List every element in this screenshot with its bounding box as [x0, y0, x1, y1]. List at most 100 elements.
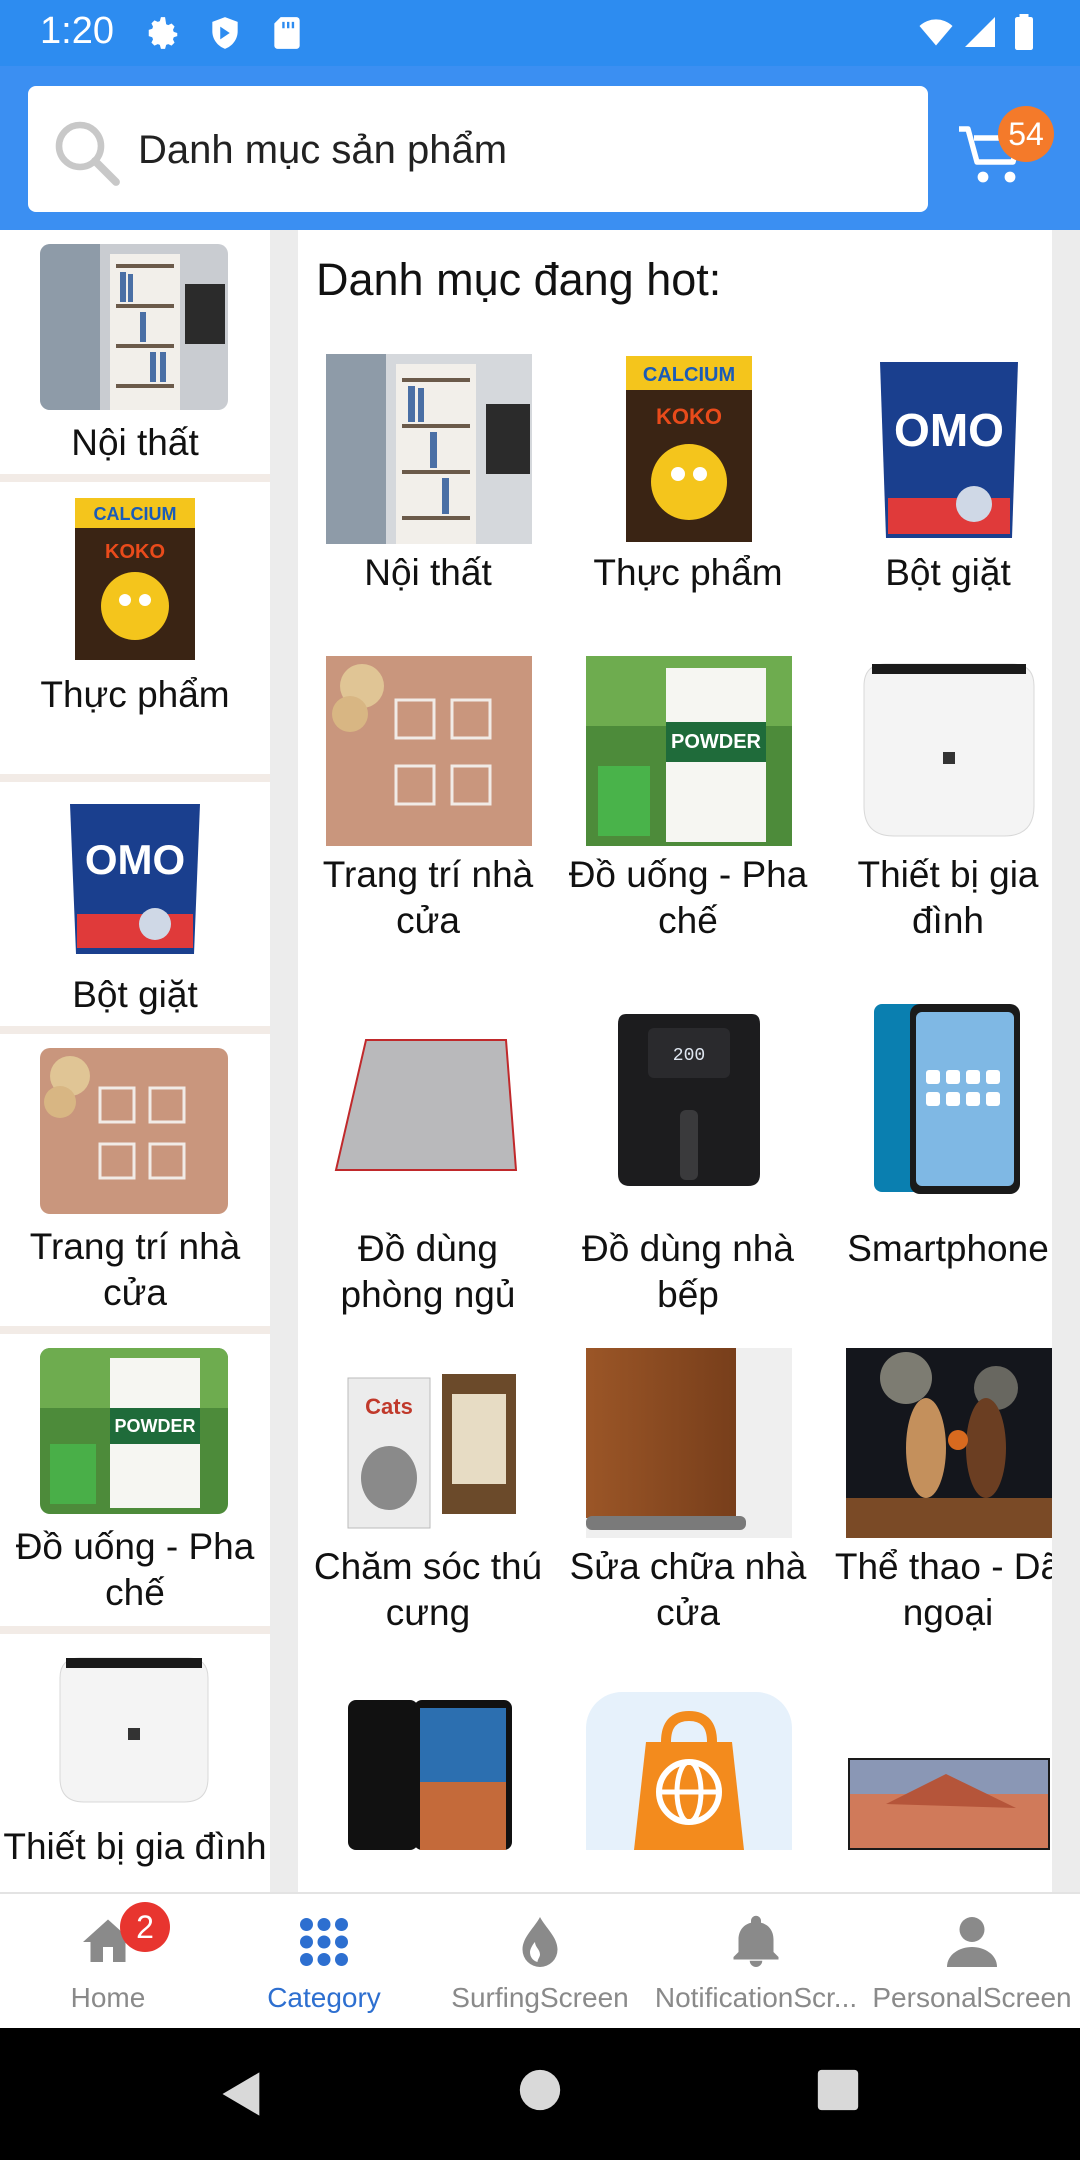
- category-label: Bột giặt: [885, 552, 1011, 593]
- nav-home[interactable]: 2 Home: [0, 1894, 216, 2030]
- category-card[interactable]: OMO Bột giặt: [828, 354, 1052, 654]
- system-navigation-bar: [0, 2028, 1080, 2160]
- detergent-image: OMO: [846, 354, 1052, 544]
- grid-icon: [300, 1918, 348, 1966]
- category-label: Đồ uống - Pha chế: [568, 854, 808, 941]
- smartphone-image: [326, 1692, 532, 1850]
- search-bar[interactable]: Danh mục sản phẩm: [28, 86, 928, 212]
- category-label: Nội thất: [364, 552, 492, 593]
- svg-text:POWDER: POWDER: [671, 731, 762, 753]
- category-card[interactable]: Thể thao - Dã ngoại: [828, 1348, 1052, 1668]
- nav-label: SurfingScreen: [451, 1982, 629, 2013]
- tv-image: [846, 1692, 1052, 1850]
- hot-categories-panel: Danh mục đang hot: Nội thất CALCIUM KOKO …: [298, 230, 1052, 1892]
- search-icon: [55, 121, 120, 186]
- nav-category[interactable]: Category: [216, 1894, 432, 2030]
- sidebar-item-noi-that[interactable]: Nội thất: [0, 230, 270, 482]
- home-button-icon[interactable]: [518, 2068, 562, 2112]
- section-heading: Danh mục đang hot:: [316, 254, 722, 305]
- back-icon[interactable]: [216, 2068, 268, 2120]
- category-card[interactable]: Cats Chăm sóc thú cưng: [308, 1348, 548, 1668]
- signal-icon: [965, 17, 995, 47]
- sidebar-item-label: Thực phẩm: [40, 674, 230, 715]
- category-card[interactable]: Smartphone: [828, 1000, 1052, 1330]
- wifi-icon: [919, 19, 953, 46]
- category-label: Sửa chữa nhà cửa: [569, 1546, 807, 1633]
- sidebar-item-thiet-bi[interactable]: Thiết bị gia đình: [0, 1634, 270, 1892]
- category-card[interactable]: [828, 1692, 1052, 1892]
- nav-label: PersonalScreen: [872, 1982, 1072, 2013]
- sidebar-item-label: Đồ uống - Pha chế: [15, 1526, 255, 1613]
- category-label: Đồ dùng nhà bếp: [582, 1228, 794, 1315]
- mat-image: [326, 1000, 532, 1196]
- svg-text:Cats: Cats: [365, 1394, 413, 1419]
- nav-notification[interactable]: NotificationScr...: [648, 1894, 864, 2030]
- drop-icon: [522, 1917, 558, 1967]
- category-card[interactable]: Nội thất: [308, 354, 548, 654]
- nav-label: Home: [70, 1982, 146, 2013]
- category-card[interactable]: Thiết bị gia đình: [828, 656, 1052, 976]
- category-card[interactable]: Sửa chữa nhà cửa: [568, 1348, 808, 1668]
- sidebar-item-label: Bột giặt: [72, 974, 198, 1015]
- category-label: Chăm sóc thú cưng: [313, 1546, 543, 1633]
- category-card[interactable]: POWDER Đồ uống - Pha chế: [568, 656, 808, 976]
- battery-icon: [1015, 14, 1033, 50]
- recents-icon[interactable]: [816, 2068, 860, 2112]
- svg-text:CALCIUM: CALCIUM: [643, 364, 735, 386]
- category-label: Thể thao - Dã ngoại: [834, 1546, 1052, 1633]
- category-card[interactable]: [568, 1692, 808, 1892]
- cart-button[interactable]: 54: [956, 106, 1054, 196]
- door-image: [586, 1348, 792, 1538]
- gear-icon: [148, 17, 178, 49]
- category-card[interactable]: 200 Đồ dùng nhà bếp: [568, 1000, 808, 1330]
- category-label: Thiết bị gia đình: [857, 854, 1039, 941]
- app-header: Danh mục sản phẩm 54: [0, 66, 1080, 230]
- sidebar-item-label: Thiết bị gia đình: [3, 1826, 267, 1867]
- category-label: Trang trí nhà cửa: [322, 854, 534, 941]
- airfryer-image: 200: [586, 1000, 792, 1196]
- status-bar: 1:20: [0, 0, 1080, 66]
- svg-text:200: 200: [673, 1046, 705, 1066]
- status-time: 1:20: [40, 10, 114, 52]
- svg-text:KOKO: KOKO: [656, 404, 722, 429]
- cereal-image: CALCIUM KOKO: [55, 496, 215, 662]
- cart-count-badge: 54: [998, 106, 1054, 162]
- sidebar-item-trang-tri[interactable]: Trang trí nhà cửa: [0, 1034, 270, 1334]
- shield-icon: [212, 17, 238, 49]
- sidebar-item-do-uong[interactable]: POWDER Đồ uống - Pha chế: [0, 1334, 270, 1634]
- sidebar-item-thuc-pham[interactable]: CALCIUM KOKO Thực phẩm: [0, 482, 270, 782]
- nav-personal[interactable]: PersonalScreen: [864, 1894, 1080, 2030]
- smartphone-image: [846, 1000, 1052, 1196]
- bottom-navigation: 2 Home Category SurfingScreen Notificati…: [0, 1892, 1080, 2028]
- content-area: Nội thất CALCIUM KOKO Thực phẩm OMO Bột g…: [0, 230, 1080, 1892]
- purifier-image: [846, 656, 1052, 846]
- hooks-image: [326, 656, 532, 846]
- category-card[interactable]: CALCIUM KOKO Thực phẩm: [568, 354, 808, 654]
- home-notification-badge: 2: [120, 1902, 170, 1952]
- scrollbar[interactable]: [1052, 230, 1080, 1892]
- svg-text:POWDER: POWDER: [115, 1416, 196, 1436]
- nav-surfing[interactable]: SurfingScreen: [432, 1894, 648, 2030]
- category-card[interactable]: [308, 1692, 548, 1892]
- category-card[interactable]: Trang trí nhà cửa: [308, 656, 548, 976]
- sd-card-icon: [274, 17, 300, 49]
- sidebar-item-bot-giat[interactable]: OMO Bột giặt: [0, 782, 270, 1034]
- person-icon: [947, 1917, 997, 1967]
- category-sidebar[interactable]: Nội thất CALCIUM KOKO Thực phẩm OMO Bột g…: [0, 230, 270, 1892]
- category-label: Đồ dùng phòng ngủ: [340, 1228, 516, 1315]
- category-label: Smartphone: [847, 1228, 1049, 1269]
- svg-text:KOKO: KOKO: [105, 541, 165, 563]
- basketball-image: [846, 1348, 1052, 1538]
- svg-text:OMO: OMO: [85, 836, 185, 883]
- bookshelf-image: [326, 354, 532, 544]
- powder-image: POWDER: [40, 1348, 228, 1514]
- search-placeholder: Danh mục sản phẩm: [138, 128, 508, 172]
- powder-image: POWDER: [586, 656, 792, 846]
- svg-text:OMO: OMO: [894, 404, 1004, 456]
- sidebar-item-label: Nội thất: [71, 422, 199, 463]
- hooks-image: [40, 1048, 228, 1214]
- shopping-bag-image: [586, 1692, 792, 1850]
- cereal-image: CALCIUM KOKO: [586, 354, 792, 544]
- purifier-image: [40, 1648, 228, 1814]
- category-card[interactable]: Đồ dùng phòng ngủ: [308, 1000, 548, 1330]
